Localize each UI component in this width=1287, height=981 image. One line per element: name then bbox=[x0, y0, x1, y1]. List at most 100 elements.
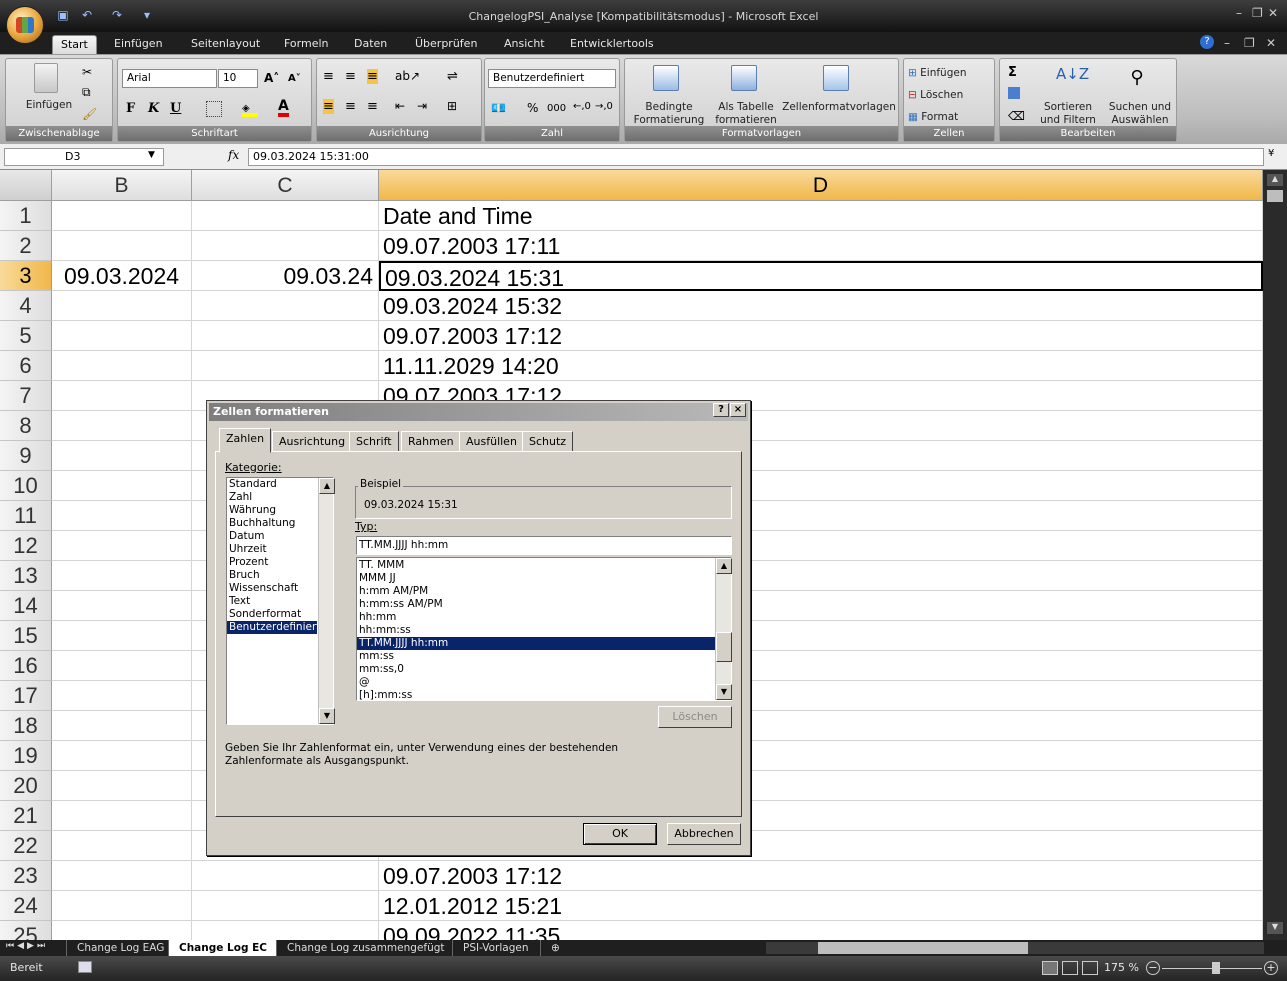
dialog-tab-schrift[interactable]: Schrift bbox=[349, 431, 399, 452]
thousands-button[interactable]: 000 bbox=[547, 103, 566, 114]
tab-entwicklertools[interactable]: Entwicklertools bbox=[562, 35, 662, 54]
cell-d[interactable]: 12.01.2012 15:21 bbox=[379, 891, 1263, 921]
type-item[interactable]: @ bbox=[357, 676, 715, 689]
horizontal-scrollbar[interactable] bbox=[766, 942, 1264, 954]
orientation-icon[interactable]: ab↗ bbox=[395, 69, 420, 83]
increase-indent-icon[interactable]: ⇥ bbox=[417, 99, 427, 113]
row-header[interactable]: 3 bbox=[0, 261, 52, 291]
cell-c[interactable] bbox=[192, 891, 379, 921]
category-item[interactable]: Währung bbox=[227, 504, 317, 517]
cell-b[interactable] bbox=[52, 351, 192, 381]
row-header[interactable]: 18 bbox=[0, 711, 52, 741]
decrease-decimal-icon[interactable]: →,0 bbox=[595, 101, 613, 112]
cell-b[interactable] bbox=[52, 471, 192, 501]
cell-b[interactable] bbox=[52, 531, 192, 561]
font-size-box[interactable]: 10 bbox=[218, 69, 258, 88]
page-break-view-icon[interactable] bbox=[1082, 961, 1098, 975]
cell-b[interactable] bbox=[52, 831, 192, 861]
tab-einfuegen[interactable]: Einfügen bbox=[106, 35, 171, 54]
type-item[interactable]: MMM JJ bbox=[357, 572, 715, 585]
type-scroll-down-icon[interactable]: ▼ bbox=[716, 684, 732, 700]
cell-c[interactable] bbox=[192, 321, 379, 351]
tab-start[interactable]: Start bbox=[52, 35, 97, 54]
copy-icon[interactable]: ⧉ bbox=[82, 85, 91, 100]
increase-decimal-icon[interactable]: ←,0 bbox=[573, 101, 591, 112]
format-as-table-line1[interactable]: Als Tabelle bbox=[711, 101, 781, 114]
dialog-tab-rahmen[interactable]: Rahmen bbox=[401, 431, 461, 452]
cell-b[interactable] bbox=[52, 591, 192, 621]
row-header[interactable]: 24 bbox=[0, 891, 52, 921]
cell-b[interactable] bbox=[52, 411, 192, 441]
row-header[interactable]: 12 bbox=[0, 531, 52, 561]
column-header-b[interactable]: B bbox=[52, 170, 192, 201]
zoom-out-icon[interactable]: − bbox=[1146, 961, 1160, 975]
shrink-font-icon[interactable]: A˅ bbox=[288, 73, 301, 84]
cell-d[interactable]: 09.03.2024 15:32 bbox=[379, 291, 1263, 321]
align-right-icon[interactable]: ≡ bbox=[367, 99, 378, 114]
cell-d[interactable]: 09.07.2003 17:11 bbox=[379, 231, 1263, 261]
align-left-icon[interactable]: ≡ bbox=[323, 99, 334, 114]
scroll-up-icon[interactable]: ▲ bbox=[1267, 174, 1283, 186]
normal-view-icon[interactable] bbox=[1042, 961, 1058, 975]
format-cells-button[interactable]: ▦ Format bbox=[908, 111, 958, 124]
cell-c[interactable]: 09.03.24 bbox=[192, 261, 379, 291]
currency-icon[interactable]: 💶 bbox=[491, 101, 506, 115]
insert-cells-button[interactable]: ⊞ Einfügen bbox=[908, 67, 967, 80]
cell-c[interactable] bbox=[192, 231, 379, 261]
cell-b[interactable] bbox=[52, 321, 192, 351]
type-item[interactable]: h:mm AM/PM bbox=[357, 585, 715, 598]
type-item[interactable]: TT.MM.JJJJ hh:mm bbox=[357, 637, 715, 650]
minimize-icon[interactable]: – bbox=[1236, 6, 1242, 20]
cell-b[interactable] bbox=[52, 231, 192, 261]
grow-font-icon[interactable]: A˄ bbox=[264, 71, 279, 85]
tab-formeln[interactable]: Formeln bbox=[276, 35, 337, 54]
horizontal-scroll-thumb[interactable] bbox=[818, 942, 1028, 954]
macro-record-icon[interactable] bbox=[78, 961, 92, 973]
column-header-d[interactable]: D bbox=[379, 170, 1263, 201]
row-header[interactable]: 25 bbox=[0, 921, 52, 940]
font-name-box[interactable]: Arial bbox=[122, 69, 217, 88]
type-list[interactable]: TT. MMM MMM JJ h:mm AM/PM h:mm:ss AM/PM hh:m… bbox=[356, 557, 732, 701]
cell-styles-button[interactable]: Zellenformatvorlagen bbox=[781, 101, 897, 114]
fill-color-icon[interactable]: ◈ bbox=[242, 103, 258, 117]
type-item[interactable]: hh:mm:ss bbox=[357, 624, 715, 637]
borders-icon[interactable] bbox=[206, 101, 222, 117]
row-header[interactable]: 17 bbox=[0, 681, 52, 711]
decrease-indent-icon[interactable]: ⇤ bbox=[395, 99, 405, 113]
category-scrollbar[interactable]: ▲ ▼ bbox=[318, 478, 335, 724]
row-header[interactable]: 1 bbox=[0, 201, 52, 231]
category-item[interactable]: Datum bbox=[227, 530, 317, 543]
name-box[interactable]: D3 bbox=[4, 148, 164, 166]
cell-c[interactable] bbox=[192, 921, 379, 940]
category-item[interactable]: Benutzerdefiniert bbox=[227, 621, 320, 634]
row-header[interactable]: 21 bbox=[0, 801, 52, 831]
tab-daten[interactable]: Daten bbox=[346, 35, 395, 54]
dialog-help-button[interactable]: ? bbox=[713, 403, 729, 417]
dialog-tab-schutz[interactable]: Schutz bbox=[522, 431, 574, 452]
name-box-dropdown-icon[interactable]: ▼ bbox=[148, 150, 155, 160]
number-format-box[interactable]: Benutzerdefiniert bbox=[488, 69, 616, 88]
sheet-tab-change-log-ec[interactable]: Change Log EC bbox=[168, 940, 277, 956]
dialog-close-button[interactable]: × bbox=[730, 403, 746, 417]
type-item[interactable]: mm:ss bbox=[357, 650, 715, 663]
cell-b[interactable]: 09.03.2024 bbox=[52, 261, 192, 291]
wrap-text-icon[interactable]: ⇌ bbox=[447, 69, 458, 84]
category-item[interactable]: Buchhaltung bbox=[227, 517, 317, 530]
cell-c[interactable] bbox=[192, 201, 379, 231]
formula-input[interactable]: 09.03.2024 15:31:00 bbox=[248, 148, 1264, 166]
tab-seitenlayout[interactable]: Seitenlayout bbox=[183, 35, 268, 54]
type-scroll-up-icon[interactable]: ▲ bbox=[716, 558, 732, 574]
format-painter-icon[interactable]: 🖌 bbox=[82, 107, 97, 121]
cell-b[interactable] bbox=[52, 681, 192, 711]
dialog-tab-ausfuellen[interactable]: Ausfüllen bbox=[459, 431, 524, 452]
category-item[interactable]: Bruch bbox=[227, 569, 317, 582]
underline-button[interactable]: U bbox=[170, 101, 181, 116]
close-icon[interactable]: ✕ bbox=[1268, 6, 1278, 20]
cell-b[interactable] bbox=[52, 921, 192, 940]
find-select-line1[interactable]: Suchen und bbox=[1104, 101, 1176, 114]
delete-cells-button[interactable]: ⊟ Löschen bbox=[908, 89, 963, 102]
row-header[interactable]: 10 bbox=[0, 471, 52, 501]
ribbon-minimize-icon[interactable]: – bbox=[1224, 36, 1230, 50]
row-header[interactable]: 22 bbox=[0, 831, 52, 861]
row-header[interactable]: 11 bbox=[0, 501, 52, 531]
